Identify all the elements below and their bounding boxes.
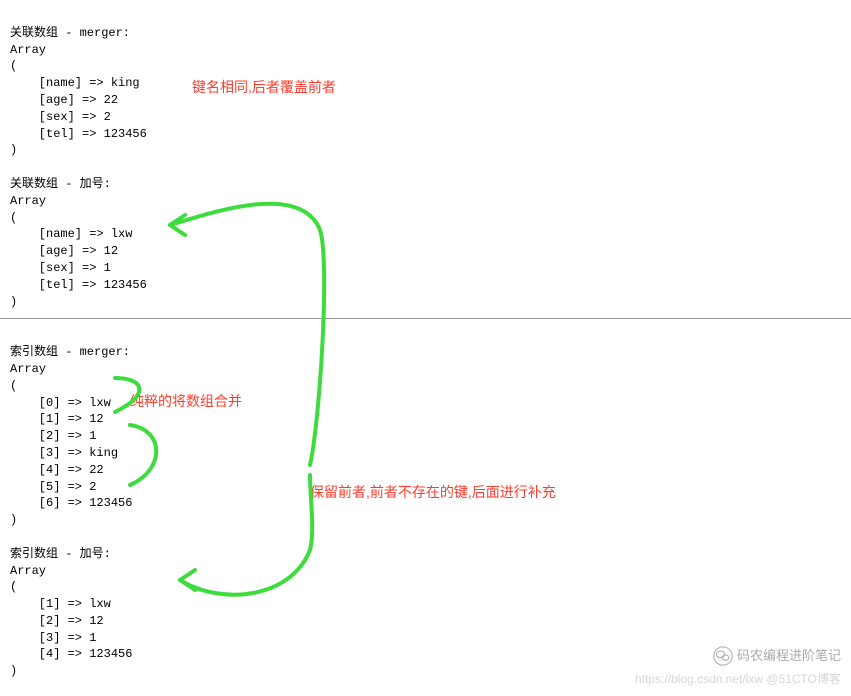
code-line: [name] => lxw [10,227,132,241]
wechat-label: 码农编程进阶笔记 [737,647,841,665]
code-line: [tel] => 123456 [10,278,147,292]
code-line: ) [10,513,17,527]
wechat-icon [713,646,733,666]
code-line: ) [10,143,17,157]
code-line: 索引数组 - merger: [10,345,130,359]
code-line: ( [10,580,17,594]
watermark: https://blog.csdn.net/lxw @51CTO博客 [635,671,841,688]
wechat-badge: 码农编程进阶笔记 [713,646,841,666]
annotation-2: 纯粹的将数组合并 [130,392,242,412]
annotation-3: 保留前者,前者不存在的键,后面进行补充 [310,483,556,503]
code-block-2: 索引数组 - merger: Array ( [0] => lxw [1] =>… [0,319,851,688]
code-block-1: 关联数组 - merger: Array ( [name] => king [a… [0,0,851,318]
code-line: [age] => 22 [10,93,118,107]
code-line: [name] => king [10,76,140,90]
code-line: Array [10,43,46,57]
code-line: [4] => 22 [10,463,104,477]
code-line: [5] => 2 [10,480,96,494]
code-line: [sex] => 1 [10,261,111,275]
code-line: [tel] => 123456 [10,127,147,141]
code-line: Array [10,564,46,578]
code-line: [3] => king [10,446,118,460]
code-line: ( [10,379,17,393]
code-line: ) [10,295,17,309]
code-line: 关联数组 - merger: [10,26,130,40]
code-line: [age] => 12 [10,244,118,258]
code-line: ) [10,664,17,678]
code-line: Array [10,194,46,208]
code-line: 关联数组 - 加号: [10,177,111,191]
code-line: [2] => 12 [10,614,104,628]
code-line: Array [10,362,46,376]
code-line: [3] => 1 [10,631,96,645]
code-line: ( [10,211,17,225]
code-line: [4] => 123456 [10,647,132,661]
code-line: [2] => 1 [10,429,96,443]
code-line: ( [10,59,17,73]
code-line: [sex] => 2 [10,110,111,124]
code-line: [6] => 123456 [10,496,132,510]
code-line: 索引数组 - 加号: [10,547,111,561]
code-line: [1] => 12 [10,412,104,426]
code-line: [1] => lxw [10,597,111,611]
code-line: [0] => lxw [10,396,111,410]
annotation-1: 键名相同,后者覆盖前者 [192,78,336,98]
